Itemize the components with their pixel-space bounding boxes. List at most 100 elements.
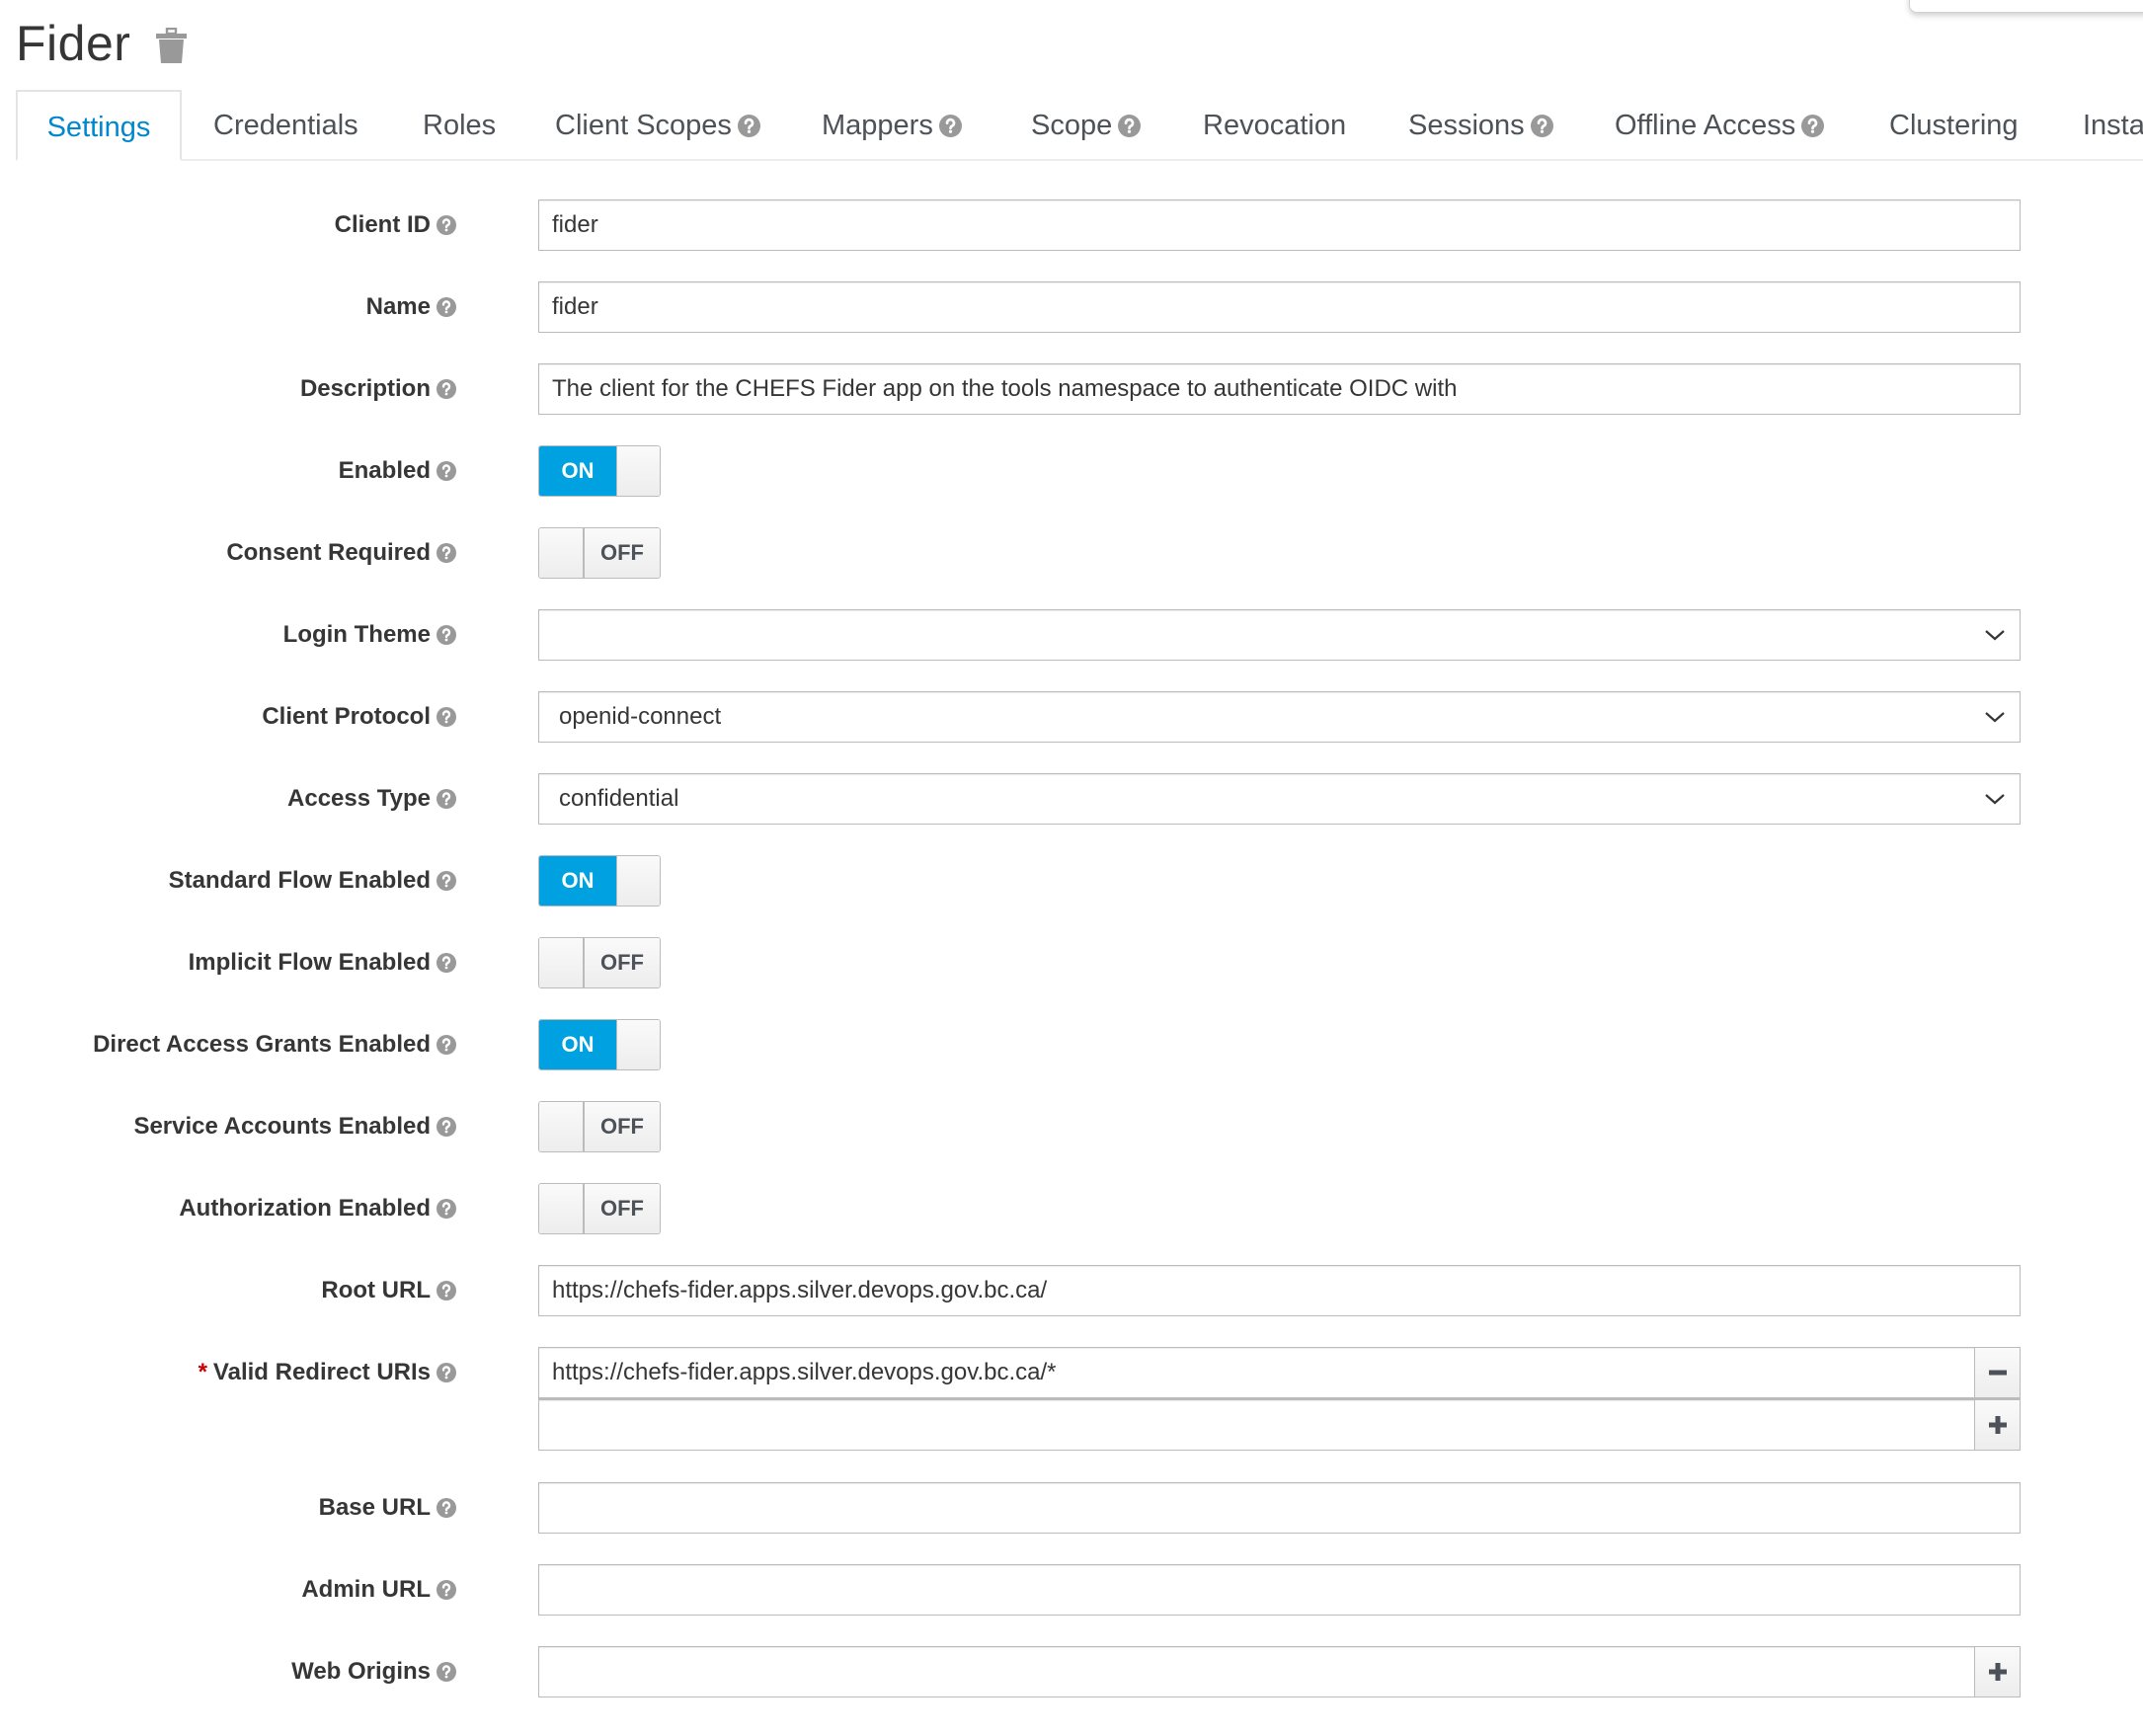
help-icon[interactable] xyxy=(437,625,456,645)
help-icon[interactable] xyxy=(437,1662,456,1682)
redirect-uri-input[interactable]: https://chefs-fider.apps.silver.devops.g… xyxy=(538,1347,2021,1398)
tab-settings[interactable]: Settings xyxy=(16,90,182,161)
service-accounts-label: Service Accounts Enabled xyxy=(133,1101,456,1152)
help-icon[interactable] xyxy=(1118,115,1141,137)
service-accounts-row: Service Accounts Enabled OFF xyxy=(0,1101,2143,1152)
tab-label: Scope xyxy=(1031,110,1113,141)
authorization-toggle[interactable]: OFF xyxy=(538,1183,661,1234)
tab-installation[interactable]: Insta xyxy=(2083,90,2143,159)
help-icon[interactable] xyxy=(939,115,962,137)
add-redirect-uri-button[interactable] xyxy=(1974,1400,2020,1450)
implicit-flow-label: Implicit Flow Enabled xyxy=(189,937,456,988)
new-redirect-uri-input[interactable] xyxy=(538,1398,2021,1451)
toggle-state: OFF xyxy=(585,1102,660,1151)
trash-icon[interactable] xyxy=(155,28,188,64)
client-protocol-label: Client Protocol xyxy=(262,691,456,743)
consent-required-label: Consent Required xyxy=(226,527,456,579)
toggle-knob xyxy=(539,1102,585,1151)
help-icon[interactable] xyxy=(1801,115,1824,137)
enabled-row: Enabled ON xyxy=(0,445,2143,497)
chevron-down-icon xyxy=(1984,789,2006,809)
tab-client-scopes[interactable]: Client Scopes xyxy=(555,90,760,159)
remove-redirect-uri-button[interactable] xyxy=(1974,1348,2020,1397)
base-url-label: Base URL xyxy=(319,1482,456,1534)
tab-label: Insta xyxy=(2083,110,2143,141)
enabled-label: Enabled xyxy=(339,445,456,497)
tab-roles[interactable]: Roles xyxy=(423,90,496,159)
tab-label: Client Scopes xyxy=(555,110,732,141)
standard-flow-row: Standard Flow Enabled ON xyxy=(0,855,2143,907)
client-id-label: Client ID xyxy=(335,199,456,251)
standard-flow-label: Standard Flow Enabled xyxy=(169,855,456,907)
service-accounts-toggle[interactable]: OFF xyxy=(538,1101,661,1152)
tab-scope[interactable]: Scope xyxy=(1031,90,1141,159)
implicit-flow-row: Implicit Flow Enabled OFF xyxy=(0,937,2143,988)
toggle-knob xyxy=(616,856,660,906)
toggle-state: OFF xyxy=(585,1184,660,1233)
consent-required-toggle[interactable]: OFF xyxy=(538,527,661,579)
tab-sessions[interactable]: Sessions xyxy=(1408,90,1553,159)
toggle-knob xyxy=(539,528,585,578)
admin-url-label: Admin URL xyxy=(301,1564,456,1616)
description-row: Description The client for the CHEFS Fid… xyxy=(0,363,2143,415)
toggle-knob xyxy=(616,446,660,496)
name-input[interactable]: fider xyxy=(538,281,2021,333)
direct-access-toggle[interactable]: ON xyxy=(538,1019,661,1070)
tab-clustering[interactable]: Clustering xyxy=(1889,90,2019,159)
name-label: Name xyxy=(366,281,456,333)
help-icon[interactable] xyxy=(437,953,456,973)
access-type-label: Access Type xyxy=(287,773,456,825)
web-origins-row: Web Origins xyxy=(0,1646,2143,1697)
help-icon[interactable] xyxy=(437,297,456,317)
base-url-input[interactable] xyxy=(538,1482,2021,1534)
help-icon[interactable] xyxy=(437,215,456,235)
help-icon[interactable] xyxy=(1531,115,1553,137)
root-url-row: Root URL https://chefs-fider.apps.silver… xyxy=(0,1265,2143,1316)
enabled-toggle[interactable]: ON xyxy=(538,445,661,497)
help-icon[interactable] xyxy=(437,789,456,809)
tab-label: Revocation xyxy=(1203,110,1347,141)
tab-revocation[interactable]: Revocation xyxy=(1203,90,1346,159)
client-protocol-row: Client Protocol openid-connect xyxy=(0,691,2143,743)
toggle-knob xyxy=(616,1020,660,1069)
help-icon[interactable] xyxy=(437,1117,456,1137)
help-icon[interactable] xyxy=(437,379,456,399)
tab-bar: Settings Credentials Roles Client Scopes… xyxy=(16,90,2143,161)
web-origins-input[interactable] xyxy=(538,1646,2021,1697)
help-icon[interactable] xyxy=(437,461,456,481)
tab-label: Settings xyxy=(46,112,151,143)
tab-label: Sessions xyxy=(1408,110,1525,141)
login-theme-select[interactable] xyxy=(538,609,2021,661)
tab-credentials[interactable]: Credentials xyxy=(213,90,358,159)
help-icon[interactable] xyxy=(437,707,456,727)
tab-mappers[interactable]: Mappers xyxy=(822,90,962,159)
help-icon[interactable] xyxy=(437,1199,456,1219)
login-theme-row: Login Theme xyxy=(0,609,2143,661)
direct-access-row: Direct Access Grants Enabled ON xyxy=(0,1019,2143,1070)
help-icon[interactable] xyxy=(738,115,760,137)
toggle-knob xyxy=(539,938,585,987)
root-url-input[interactable]: https://chefs-fider.apps.silver.devops.g… xyxy=(538,1265,2021,1316)
client-protocol-select[interactable]: openid-connect xyxy=(538,691,2021,743)
tab-offline-access[interactable]: Offline Access xyxy=(1615,90,1824,159)
help-icon[interactable] xyxy=(437,871,456,891)
valid-redirect-uris-row: * Valid Redirect URIs https://chefs-fider… xyxy=(0,1347,2143,1451)
help-icon[interactable] xyxy=(437,1281,456,1301)
access-type-select[interactable]: confidential xyxy=(538,773,2021,825)
client-id-input[interactable]: fider xyxy=(538,199,2021,251)
implicit-flow-toggle[interactable]: OFF xyxy=(538,937,661,988)
toggle-state: OFF xyxy=(585,938,660,987)
help-icon[interactable] xyxy=(437,1363,456,1382)
description-label: Description xyxy=(300,363,456,415)
help-icon[interactable] xyxy=(437,1580,456,1600)
help-icon[interactable] xyxy=(437,1035,456,1055)
add-web-origin-button[interactable] xyxy=(1974,1647,2020,1697)
standard-flow-toggle[interactable]: ON xyxy=(538,855,661,907)
authorization-label: Authorization Enabled xyxy=(179,1183,456,1234)
floating-panel xyxy=(1909,0,2143,13)
help-icon[interactable] xyxy=(437,1498,456,1518)
help-icon[interactable] xyxy=(437,543,456,563)
description-input[interactable]: The client for the CHEFS Fider app on th… xyxy=(538,363,2021,415)
direct-access-label: Direct Access Grants Enabled xyxy=(93,1019,456,1070)
admin-url-input[interactable] xyxy=(538,1564,2021,1616)
